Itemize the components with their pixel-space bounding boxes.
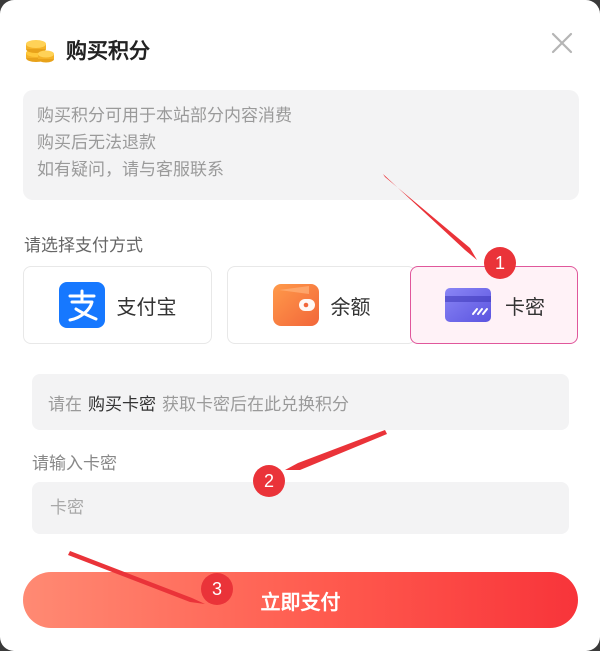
dialog-title: 购买积分 (66, 39, 150, 63)
annotation-arrow-2 (285, 430, 387, 470)
annotation-badge: 3 (201, 573, 233, 605)
alipay-icon (58, 282, 105, 328)
notice-text: 获取卡密后在此兑换积分 (162, 394, 349, 415)
wallet-icon (272, 284, 319, 326)
payment-option-label: 支付宝 (116, 294, 177, 319)
payment-option-alipay[interactable]: 支付宝 (23, 266, 212, 344)
payment-option-balance[interactable]: 余额 (227, 266, 416, 344)
annotation-badge: 1 (484, 247, 516, 279)
card-code-input[interactable] (32, 482, 569, 534)
payment-option-label: 余额 (330, 294, 371, 319)
info-line: 购买积分可用于本站部分内容消费 (37, 106, 292, 126)
info-line: 如有疑问，请与客服联系 (37, 160, 224, 180)
annotation-badge: 2 (253, 465, 285, 497)
purchase-points-dialog: 购买积分 购买积分可用于本站部分内容消费 购买后无法退款 如有疑问，请与客服联系… (0, 0, 600, 651)
card-notice: 请在 购买卡密 获取卡密后在此兑换积分 (32, 374, 569, 430)
close-icon[interactable] (547, 28, 577, 58)
payment-option-label: 卡密 (505, 294, 545, 319)
card-icon (445, 288, 491, 322)
buy-card-link[interactable]: 购买卡密 (88, 390, 156, 415)
coins-icon (26, 40, 54, 63)
pay-now-button[interactable]: 立即支付 (23, 572, 578, 628)
notice-text: 请在 (48, 394, 82, 415)
info-line: 购买后无法退款 (37, 133, 156, 153)
dialog-header: 购买积分 (24, 30, 150, 70)
info-box: 购买积分可用于本站部分内容消费 购买后无法退款 如有疑问，请与客服联系 (23, 90, 579, 200)
card-input-label: 请输入卡密 (32, 454, 117, 474)
payment-method-label: 请选择支付方式 (24, 236, 143, 256)
